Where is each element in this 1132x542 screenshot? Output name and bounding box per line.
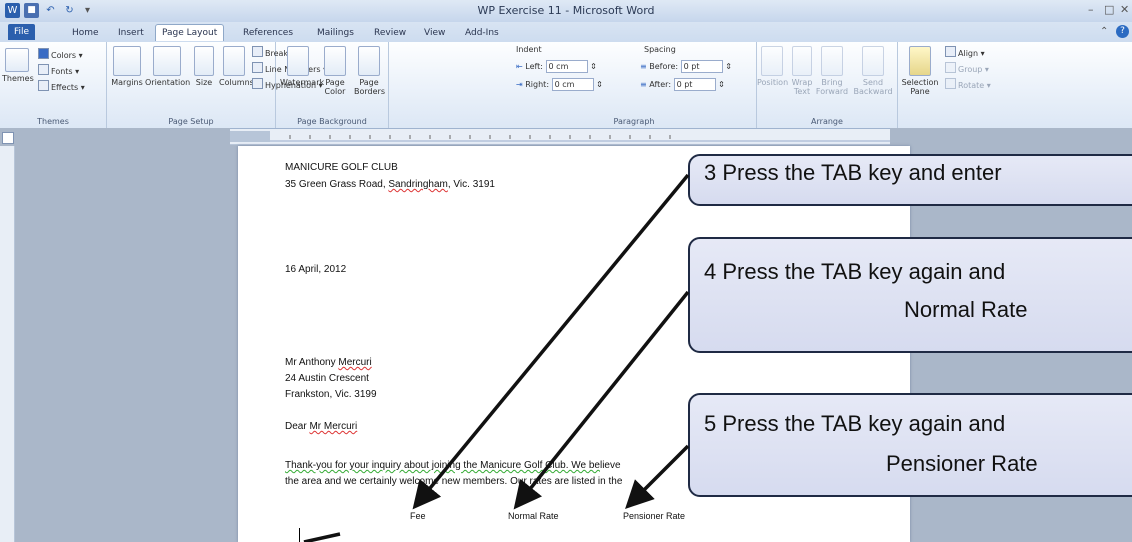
arrow-to-fee-icon: [412, 173, 690, 510]
arrow-to-pensioner-rate-icon: [625, 444, 690, 509]
arrow-to-cursor-icon: [303, 532, 341, 542]
callout-arrows: [303, 173, 690, 542]
